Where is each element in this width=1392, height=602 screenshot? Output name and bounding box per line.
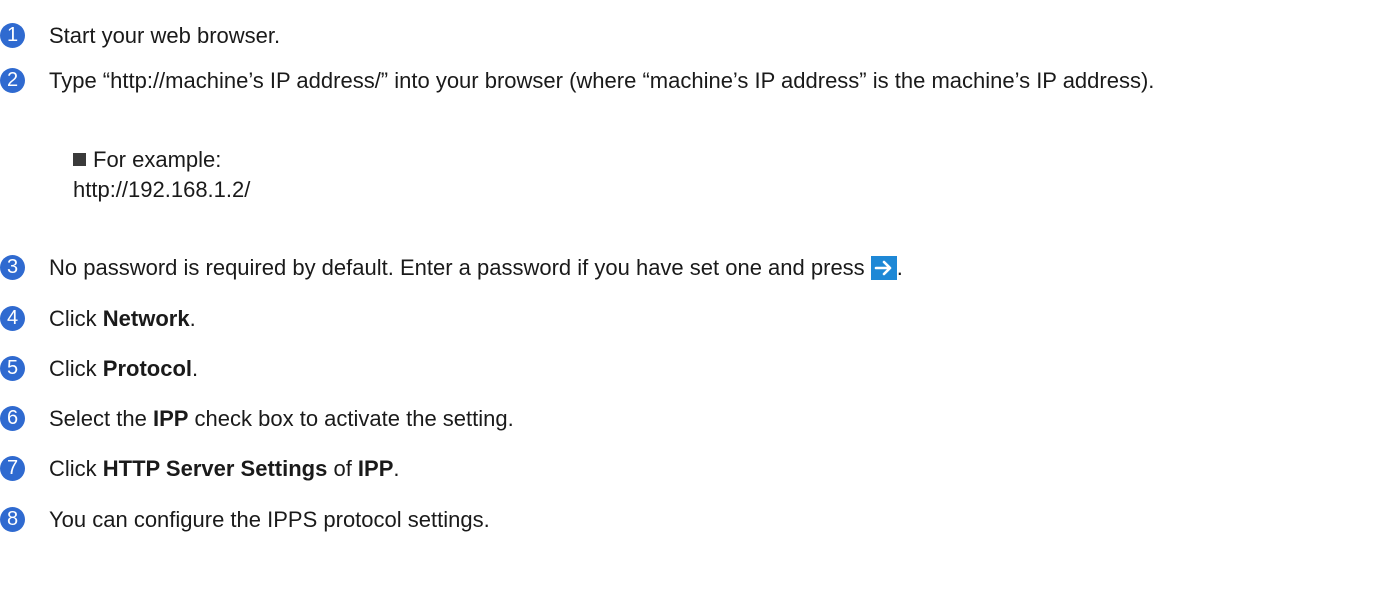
step-number-badge: 4 xyxy=(0,306,25,331)
step-text: Select the IPP check box to activate the… xyxy=(49,403,1390,434)
square-bullet-icon xyxy=(73,153,86,166)
step-text-mid: of xyxy=(327,456,358,481)
step-text-prefix: Click xyxy=(49,356,103,381)
step-text-body: No password is required by default. Ente… xyxy=(49,255,865,280)
step-number-badge: 1 xyxy=(0,23,25,48)
step-number-badge: 2 xyxy=(0,68,25,93)
ui-term-ipp: IPP xyxy=(152,406,189,431)
step-text-suffix: . xyxy=(192,356,199,381)
step-text: Click HTTP Server Settings of IPP. xyxy=(49,453,1390,484)
step-number-badge: 5 xyxy=(0,356,25,381)
step-text: No password is required by default. Ente… xyxy=(49,252,1390,283)
step-text-suffix: check box to activate the setting. xyxy=(188,406,514,431)
example-url: http://192.168.1.2/ xyxy=(73,177,251,202)
step-text: Start your web browser. xyxy=(49,23,281,48)
step-number-badge: 6 xyxy=(0,406,25,431)
go-button[interactable] xyxy=(870,256,897,280)
ui-term-protocol: Protocol xyxy=(102,356,193,381)
step-text-suffix: . xyxy=(393,456,400,481)
example-label: For example: xyxy=(93,147,222,172)
step-text-prefix: Click xyxy=(49,306,103,331)
example-label-row: For example: xyxy=(73,145,250,175)
step-text-suffix: . xyxy=(189,306,196,331)
step-text: Click Protocol. xyxy=(49,353,1390,384)
example-block: For example: http://192.168.1.2/ xyxy=(73,145,250,205)
ui-term-http-server-settings: HTTP Server Settings xyxy=(102,456,328,481)
step-text: Click Network. xyxy=(49,303,1390,334)
step-text: Type “http://machine’s IP address/” into… xyxy=(49,68,1155,93)
step-text-prefix: Click xyxy=(49,456,103,481)
step-text-prefix: Select the xyxy=(49,406,153,431)
step-text: You can configure the IPPS protocol sett… xyxy=(49,507,490,532)
step-number-badge: 7 xyxy=(0,456,25,481)
step-text-end: . xyxy=(896,255,903,280)
step-number-badge: 8 xyxy=(0,507,25,532)
ui-term-ipp: IPP xyxy=(357,456,394,481)
ui-term-network: Network xyxy=(102,306,190,331)
arrow-right-icon xyxy=(874,260,891,276)
step-number-badge: 3 xyxy=(0,255,25,280)
